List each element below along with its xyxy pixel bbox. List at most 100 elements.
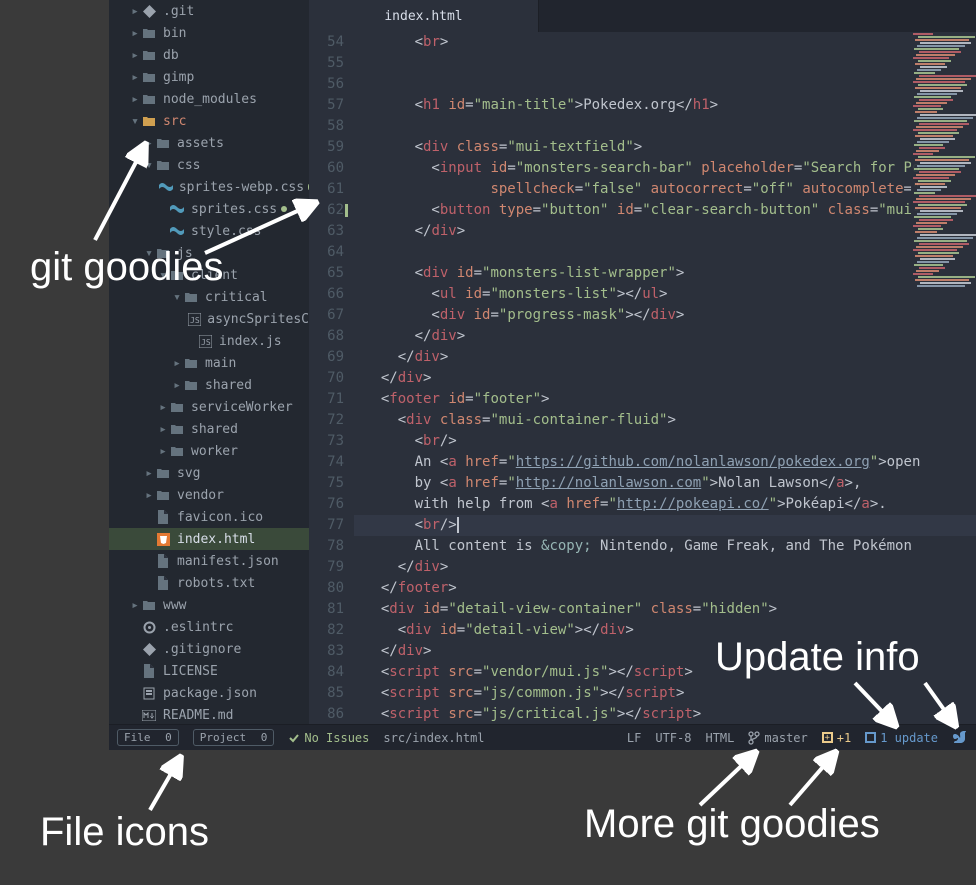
tree-item-js[interactable]: ▾js xyxy=(109,242,309,264)
tree-item-shared[interactable]: ▸shared xyxy=(109,418,309,440)
code-line[interactable]: An <a href="https://github.com/nolanlaws… xyxy=(354,452,976,473)
tree-item-index-html[interactable]: index.html xyxy=(109,528,309,550)
tree-item--gitignore[interactable]: .gitignore xyxy=(109,638,309,660)
tree-item-bin[interactable]: ▸bin xyxy=(109,22,309,44)
code-line[interactable]: </div> xyxy=(354,641,976,662)
tree-item-package-json[interactable]: package.json xyxy=(109,682,309,704)
tree-item--git[interactable]: ▸.git xyxy=(109,0,309,22)
tree-item--eslintrc[interactable]: .eslintrc xyxy=(109,616,309,638)
tree-item-label: sprites.css xyxy=(191,202,277,217)
code-line[interactable] xyxy=(354,74,976,95)
code-line[interactable]: <footer id="footer"> xyxy=(354,389,976,410)
code-line[interactable]: <br> xyxy=(354,32,976,53)
find-project-button[interactable]: Project 0 xyxy=(193,729,275,746)
code-line[interactable]: <div id="detail-view"></div> xyxy=(354,620,976,641)
chevron-down-icon: ▾ xyxy=(171,291,183,303)
linter-status[interactable]: No Issues xyxy=(288,731,369,745)
tree-item-serviceworker[interactable]: ▸serviceWorker xyxy=(109,396,309,418)
file-tree-sidebar[interactable]: ▸.git▸bin▸db▸gimp▸node_modules▾src▸asset… xyxy=(109,0,309,724)
tree-item-readme-md[interactable]: README.md xyxy=(109,704,309,724)
code-line[interactable]: <div id="detail-view-container" class="h… xyxy=(354,599,976,620)
package-updates[interactable]: 1 update xyxy=(865,731,938,745)
tree-item-sprites-webp-css[interactable]: sprites-webp.css xyxy=(109,176,309,198)
code-line[interactable]: All content is &copy; Nintendo, Game Fre… xyxy=(354,536,976,557)
tree-item-vendor[interactable]: ▸vendor xyxy=(109,484,309,506)
code-line[interactable]: spellcheck="false" autocorrect="off" aut… xyxy=(354,179,976,200)
folder-icon xyxy=(141,47,157,63)
chevron-down-icon: ▾ xyxy=(157,269,169,281)
code-line[interactable]: <ul id="monsters-list"></ul> xyxy=(354,284,976,305)
code-line[interactable]: <div id="monsters-list-wrapper"> xyxy=(354,263,976,284)
tree-item-label: sprites-webp.css xyxy=(179,180,304,195)
tree-item-index-js[interactable]: JSindex.js xyxy=(109,330,309,352)
code-line[interactable]: <script src="js/common.js"></script> xyxy=(354,683,976,704)
code-line[interactable]: <div id="progress-mask"></div> xyxy=(354,305,976,326)
tree-item-asyncspritesc[interactable]: JSasyncSpritesC xyxy=(109,308,309,330)
code-line[interactable]: </div> xyxy=(354,368,976,389)
tree-item-shared[interactable]: ▸shared xyxy=(109,374,309,396)
tree-item-license[interactable]: LICENSE xyxy=(109,660,309,682)
tree-item-www[interactable]: ▸www xyxy=(109,594,309,616)
arrow-icon xyxy=(670,745,770,815)
git-diff-count[interactable]: + +1 xyxy=(822,731,851,745)
code-lines[interactable]: <br> <h1 id="main-title">Pokedex.org</h1… xyxy=(354,32,976,724)
code-line[interactable] xyxy=(354,53,976,74)
folder-icon xyxy=(183,289,199,305)
tree-item-worker[interactable]: ▸worker xyxy=(109,440,309,462)
tree-item-label: js xyxy=(177,246,193,261)
tree-item-svg[interactable]: ▸svg xyxy=(109,462,309,484)
code-line[interactable]: </div> xyxy=(354,221,976,242)
line-number: 69 xyxy=(309,347,344,368)
css-icon xyxy=(169,201,185,217)
code-line[interactable]: <br/> xyxy=(354,515,976,536)
tree-item-robots-txt[interactable]: robots.txt xyxy=(109,572,309,594)
tree-item-favicon-ico[interactable]: favicon.ico xyxy=(109,506,309,528)
code-line[interactable]: </div> xyxy=(354,326,976,347)
line-ending[interactable]: LF xyxy=(627,731,641,745)
code-line[interactable]: <br/> xyxy=(354,431,976,452)
tree-item-label: www xyxy=(163,598,186,613)
tree-item-src[interactable]: ▾src xyxy=(109,110,309,132)
tree-item-style-css[interactable]: style.css xyxy=(109,220,309,242)
code-line[interactable]: </div> xyxy=(354,557,976,578)
code-line[interactable] xyxy=(354,116,976,137)
code-line[interactable]: <button type="button" id="clear-search-b… xyxy=(354,200,976,221)
file-path[interactable]: src/index.html xyxy=(383,731,484,745)
code-line[interactable]: <script src="js/critical.js"></script> xyxy=(354,704,976,724)
code-line[interactable]: <script src="vendor/mui.js"></script> xyxy=(354,662,976,683)
tree-item-node-modules[interactable]: ▸node_modules xyxy=(109,88,309,110)
tree-item-critical[interactable]: ▾critical xyxy=(109,286,309,308)
find-file-button[interactable]: File 0 xyxy=(117,729,179,746)
tree-item-client[interactable]: ▾client xyxy=(109,264,309,286)
code-line[interactable]: </div> xyxy=(354,347,976,368)
tree-item-assets[interactable]: ▸assets xyxy=(109,132,309,154)
encoding[interactable]: UTF-8 xyxy=(655,731,691,745)
tree-item-label: vendor xyxy=(177,488,224,503)
tree-item-gimp[interactable]: ▸gimp xyxy=(109,66,309,88)
tree-item-label: svg xyxy=(177,466,200,481)
code-line[interactable]: <h1 id="main-title">Pokedex.org</h1> xyxy=(354,95,976,116)
code-line[interactable]: <input id="monsters-search-bar" placehol… xyxy=(354,158,976,179)
code-line[interactable]: with help from <a href="http://pokeapi.c… xyxy=(354,494,976,515)
minimap[interactable] xyxy=(911,32,976,312)
tree-item-manifest-json[interactable]: manifest.json xyxy=(109,550,309,572)
tree-item-label: db xyxy=(163,48,179,63)
language-mode[interactable]: HTML xyxy=(705,731,734,745)
arrow-icon xyxy=(140,750,200,820)
folder-icon xyxy=(141,69,157,85)
code-line[interactable]: <div class="mui-textfield"> xyxy=(354,137,976,158)
code-line[interactable] xyxy=(354,242,976,263)
tree-item-sprites-css[interactable]: sprites.css xyxy=(109,198,309,220)
tree-item-label: bin xyxy=(163,26,186,41)
tree-item-db[interactable]: ▸db xyxy=(109,44,309,66)
code-area[interactable]: 5455565758596061626364656667686970717273… xyxy=(309,32,976,724)
tree-item-css[interactable]: ▾css xyxy=(109,154,309,176)
code-line[interactable]: </footer> xyxy=(354,578,976,599)
release-notes-button[interactable] xyxy=(952,730,968,746)
git-branch[interactable]: master xyxy=(748,731,807,745)
tree-item-main[interactable]: ▸main xyxy=(109,352,309,374)
code-line[interactable]: by <a href="http://nolanlawson.com">Nola… xyxy=(354,473,976,494)
code-line[interactable]: <div class="mui-container-fluid"> xyxy=(354,410,976,431)
line-number: 70 xyxy=(309,368,344,389)
tab-index-html[interactable]: index.html xyxy=(309,0,539,32)
